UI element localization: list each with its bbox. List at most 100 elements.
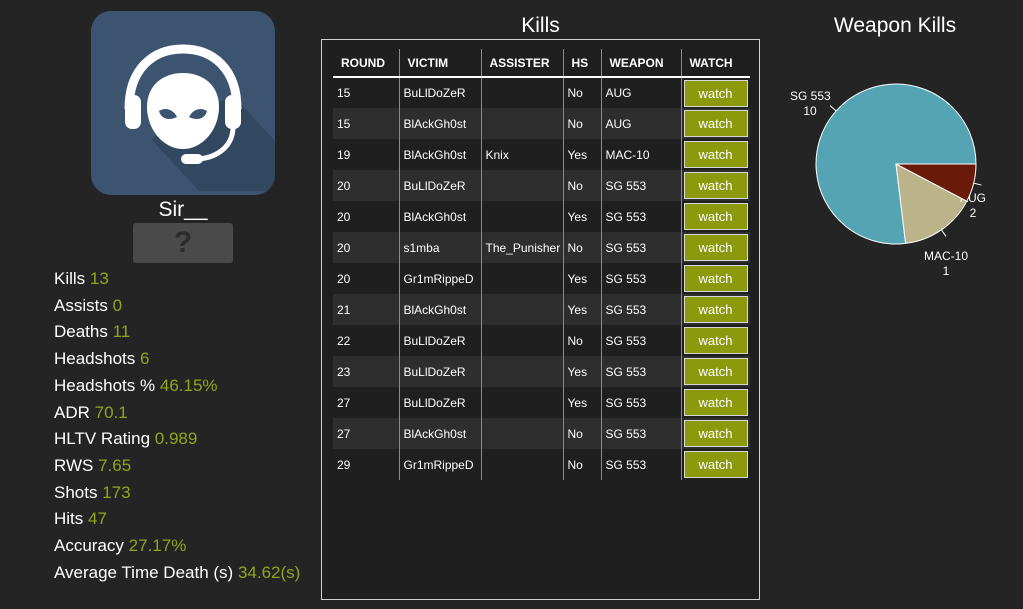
cell-assister <box>481 201 564 232</box>
watch-button[interactable]: watch <box>683 358 748 385</box>
cell-watch: watch <box>681 77 750 108</box>
stat-row: Hits 47 <box>54 506 316 533</box>
watch-button[interactable]: watch <box>683 141 748 168</box>
watch-button[interactable]: watch <box>683 327 748 354</box>
pie-label: MAC-10 <box>924 249 968 263</box>
stat-label: Assists <box>54 295 108 315</box>
watch-button[interactable]: watch <box>683 172 748 199</box>
stat-row: Accuracy 27.17% <box>54 533 316 560</box>
cell-assister <box>481 449 564 480</box>
table-row: 15 BlAckGh0st No AUG watch <box>333 108 750 139</box>
cell-weapon: SG 553 <box>601 263 682 294</box>
rank-badge: ? <box>133 223 233 263</box>
cell-victim: BuLlDoZeR <box>399 356 482 387</box>
watch-button[interactable]: watch <box>683 203 748 230</box>
cell-victim: BuLlDoZeR <box>399 77 482 108</box>
cell-weapon: SG 553 <box>601 201 682 232</box>
cell-assister <box>481 294 564 325</box>
cell-assister <box>481 77 564 108</box>
watch-button[interactable]: watch <box>683 265 748 292</box>
stat-row: Headshots % 46.15% <box>54 373 316 400</box>
cell-hs: No <box>563 325 602 356</box>
column-header-victim: VICTIM <box>399 49 482 78</box>
stat-value: 46.15% <box>159 375 218 395</box>
stat-row: Average Time Death (s) 34.62(s) <box>54 560 316 587</box>
stat-value: 70.1 <box>94 402 128 422</box>
cell-weapon: SG 553 <box>601 449 682 480</box>
pie-value-label: 10 <box>803 104 817 118</box>
cell-victim: Gr1mRippeD <box>399 449 482 480</box>
pie-label: SG 553 <box>790 89 831 103</box>
column-header-watch: WATCH <box>681 49 750 78</box>
cell-watch: watch <box>681 356 750 387</box>
stat-row: HLTV Rating 0.989 <box>54 426 316 453</box>
cell-assister <box>481 108 564 139</box>
pie-value-label: 1 <box>943 264 950 278</box>
cell-round: 20 <box>333 263 400 294</box>
cell-hs: No <box>563 449 602 480</box>
cell-watch: watch <box>681 139 750 170</box>
stat-label: Accuracy <box>54 536 124 556</box>
cell-round: 15 <box>333 77 400 108</box>
cell-victim: BlAckGh0st <box>399 294 482 325</box>
player-stats: Kills 13 Assists 0 Deaths 11 Headshots 6 Hea… <box>54 266 316 586</box>
cell-victim: BlAckGh0st <box>399 418 482 449</box>
cell-assister <box>481 170 564 201</box>
cell-hs: Yes <box>563 139 602 170</box>
cell-assister: The_Punisher <box>481 232 564 263</box>
stat-value: 34.62(s) <box>237 562 301 582</box>
cell-hs: Yes <box>563 263 602 294</box>
cell-weapon: SG 553 <box>601 418 682 449</box>
table-row: 27 BuLlDoZeR Yes SG 553 watch <box>333 387 750 418</box>
cell-victim: Gr1mRippeD <box>399 263 482 294</box>
cell-victim: s1mba <box>399 232 482 263</box>
stat-label: Headshots % <box>54 375 156 395</box>
column-header-hs: HS <box>563 49 602 78</box>
kills-panel: ROUND VICTIM ASSISTER HS WEAPON WATCH 15… <box>321 39 760 600</box>
table-row: 15 BuLlDoZeR No AUG watch <box>333 77 750 108</box>
table-row: 20 BuLlDoZeR No SG 553 watch <box>333 170 750 201</box>
watch-button[interactable]: watch <box>683 296 748 323</box>
kills-table: ROUND VICTIM ASSISTER HS WEAPON WATCH 15… <box>333 49 750 480</box>
headset-alien-icon <box>124 44 275 191</box>
cell-round: 29 <box>333 449 400 480</box>
stat-label: Kills <box>54 269 86 288</box>
cell-weapon: SG 553 <box>601 294 682 325</box>
stat-label: Hits <box>54 509 84 529</box>
cell-watch: watch <box>681 263 750 294</box>
stat-label: RWS <box>54 455 94 475</box>
stat-label: Deaths <box>54 322 108 342</box>
rank-symbol: ? <box>173 226 193 259</box>
cell-watch: watch <box>681 325 750 356</box>
cell-victim: BuLlDoZeR <box>399 170 482 201</box>
cell-watch: watch <box>681 294 750 325</box>
weapon-kills-pie-chart: SG 55310AUG2MAC-101 <box>790 83 986 278</box>
watch-button[interactable]: watch <box>683 420 748 447</box>
cell-hs: No <box>563 108 602 139</box>
kills-table-header: ROUND VICTIM ASSISTER HS WEAPON WATCH <box>333 49 750 78</box>
watch-button[interactable]: watch <box>683 389 748 416</box>
stat-value: 6 <box>140 349 150 369</box>
watch-button[interactable]: watch <box>683 110 748 137</box>
cell-hs: No <box>563 170 602 201</box>
watch-button[interactable]: watch <box>683 234 748 261</box>
cell-round: 27 <box>333 418 400 449</box>
cell-round: 23 <box>333 356 400 387</box>
pie-value-label: 2 <box>970 206 977 220</box>
watch-button[interactable]: watch <box>683 79 748 107</box>
pie-leader-line <box>973 182 982 186</box>
stat-value: 173 <box>102 482 131 502</box>
cell-assister <box>481 325 564 356</box>
stat-value: 13 <box>89 269 109 288</box>
cell-watch: watch <box>681 170 750 201</box>
cell-weapon: AUG <box>601 77 682 108</box>
watch-button[interactable]: watch <box>683 451 748 478</box>
cell-weapon: SG 553 <box>601 356 682 387</box>
player-avatar <box>91 11 275 195</box>
table-row: 20 BlAckGh0st Yes SG 553 watch <box>333 201 750 232</box>
cell-watch: watch <box>681 201 750 232</box>
cell-weapon: AUG <box>601 108 682 139</box>
cell-round: 21 <box>333 294 400 325</box>
table-row: 19 BlAckGh0st Knix Yes MAC-10 watch <box>333 139 750 170</box>
cell-hs: Yes <box>563 356 602 387</box>
